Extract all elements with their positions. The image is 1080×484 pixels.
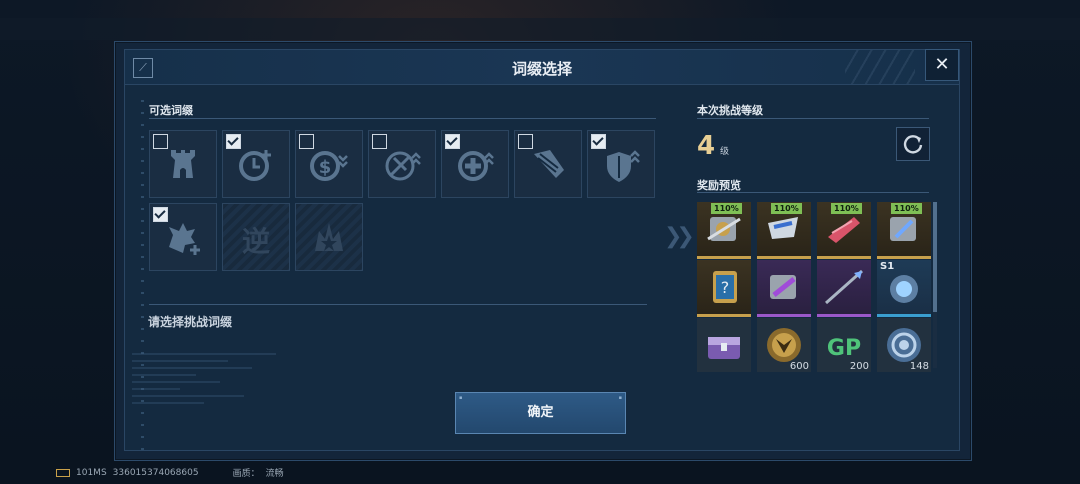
- chest-icon: [708, 337, 740, 359]
- affix-hint: 请选择挑战词缀: [148, 315, 233, 329]
- affix-tile[interactable]: $: [295, 130, 363, 198]
- reward-season-label: S1: [880, 261, 895, 272]
- affix-tile[interactable]: [149, 130, 217, 198]
- crystal-kit-icon: [890, 217, 916, 241]
- mask-blade-icon: [768, 217, 798, 239]
- ping-text: 101MS: [76, 467, 107, 478]
- challenge-level-value: 4: [697, 131, 716, 161]
- svg-text:?: ?: [721, 278, 730, 297]
- reward-item[interactable]: 110%: [817, 202, 871, 259]
- affix-tile[interactable]: [587, 130, 655, 198]
- beast-plus-icon: [169, 223, 200, 255]
- coin-down-icon: $: [310, 151, 348, 181]
- dialog-header: ⟋ 词缀选择: [125, 50, 959, 85]
- tower-icon: [171, 150, 195, 178]
- svg-text:GP: GP: [827, 336, 861, 361]
- no-attack-up-icon: [385, 151, 421, 181]
- reward-bonus-badge: 110%: [831, 203, 862, 214]
- clock-plus-icon: [239, 150, 271, 181]
- reward-item[interactable]: [697, 318, 751, 372]
- confirm-corner-right: ▪: [618, 395, 622, 401]
- reward-bonus-badge: 110%: [891, 203, 922, 214]
- reward-item[interactable]: S1: [877, 260, 931, 317]
- affix-tile[interactable]: [368, 130, 436, 198]
- gp-icon: GP: [827, 336, 861, 361]
- affix-tile[interactable]: [441, 130, 509, 198]
- reward-section-label: 奖励预览: [697, 179, 741, 192]
- gear-kit-icon: [707, 217, 741, 241]
- spear-icon: [825, 269, 863, 305]
- reward-item[interactable]: GP 200: [817, 318, 871, 372]
- challenge-section-label: 本次挑战等级: [697, 104, 763, 117]
- affix-tile[interactable]: [514, 130, 582, 198]
- background-bar: [0, 18, 1080, 40]
- affix-tile[interactable]: [222, 130, 290, 198]
- heal-up-icon: [458, 151, 494, 181]
- confirm-label: 确定: [527, 405, 554, 420]
- challenge-section-rule: [697, 118, 929, 119]
- reward-item[interactable]: 110%: [757, 202, 811, 259]
- reward-item[interactable]: 148: [877, 318, 931, 372]
- reward-count: 600: [789, 361, 809, 372]
- affix-tile: [295, 203, 363, 271]
- reward-item[interactable]: 110%: [697, 202, 751, 259]
- reward-count: 200: [849, 361, 869, 372]
- affix-tile[interactable]: [149, 203, 217, 271]
- reward-scrollbar[interactable]: [933, 202, 937, 368]
- confirm-button[interactable]: ▪ ▪ 确定: [455, 392, 626, 434]
- reward-item[interactable]: [817, 260, 871, 317]
- reward-item[interactable]: 110%: [877, 202, 931, 259]
- reward-scrollbar-thumb[interactable]: [933, 202, 937, 312]
- affix-section-label: 可选词缀: [149, 104, 193, 117]
- affix-tile: 逆: [222, 203, 290, 271]
- uid-text: 336015374068605: [112, 467, 199, 478]
- reward-bonus-badge: 110%: [711, 203, 742, 214]
- gold-coin-icon: [767, 328, 801, 362]
- svg-text:$: $: [319, 157, 332, 178]
- purple-gem-kit-icon: [770, 275, 796, 299]
- dialog-title: 词缀选择: [511, 60, 572, 78]
- affix-section-rule: [149, 118, 656, 119]
- blue-core-icon: [890, 275, 918, 303]
- battery-icon: [56, 468, 70, 477]
- quality-value: 流畅: [265, 469, 284, 479]
- confirm-corner-left: ▪: [459, 395, 463, 401]
- code-decoration: [132, 348, 292, 434]
- double-chevron-right-icon: ❯❯: [664, 224, 695, 249]
- reward-bonus-badge: 110%: [771, 203, 802, 214]
- refresh-button[interactable]: [896, 127, 930, 161]
- close-button[interactable]: ✕: [925, 49, 959, 81]
- close-icon: ✕: [934, 54, 950, 75]
- challenge-level-unit: 级: [720, 147, 730, 157]
- status-bar: 101MS 336015374068605 画质： 流畅: [56, 466, 284, 479]
- jet-part-icon: [828, 217, 860, 243]
- quality-label: 画质：: [232, 469, 260, 479]
- reward-item[interactable]: 600: [757, 318, 811, 372]
- silver-coin-icon: [887, 328, 921, 362]
- refresh-icon: [903, 135, 923, 154]
- crown-star-icon: [315, 223, 343, 251]
- shield-up-icon: [607, 150, 640, 182]
- reverse-icon: 逆: [241, 225, 270, 258]
- reward-item[interactable]: [757, 260, 811, 317]
- reward-count: 148: [909, 361, 929, 372]
- drill-icon: [534, 150, 564, 178]
- hint-divider: [149, 304, 647, 305]
- reward-section-rule: [697, 192, 929, 193]
- reward-item[interactable]: ?: [697, 260, 751, 317]
- mystery-card-icon: ?: [713, 271, 737, 303]
